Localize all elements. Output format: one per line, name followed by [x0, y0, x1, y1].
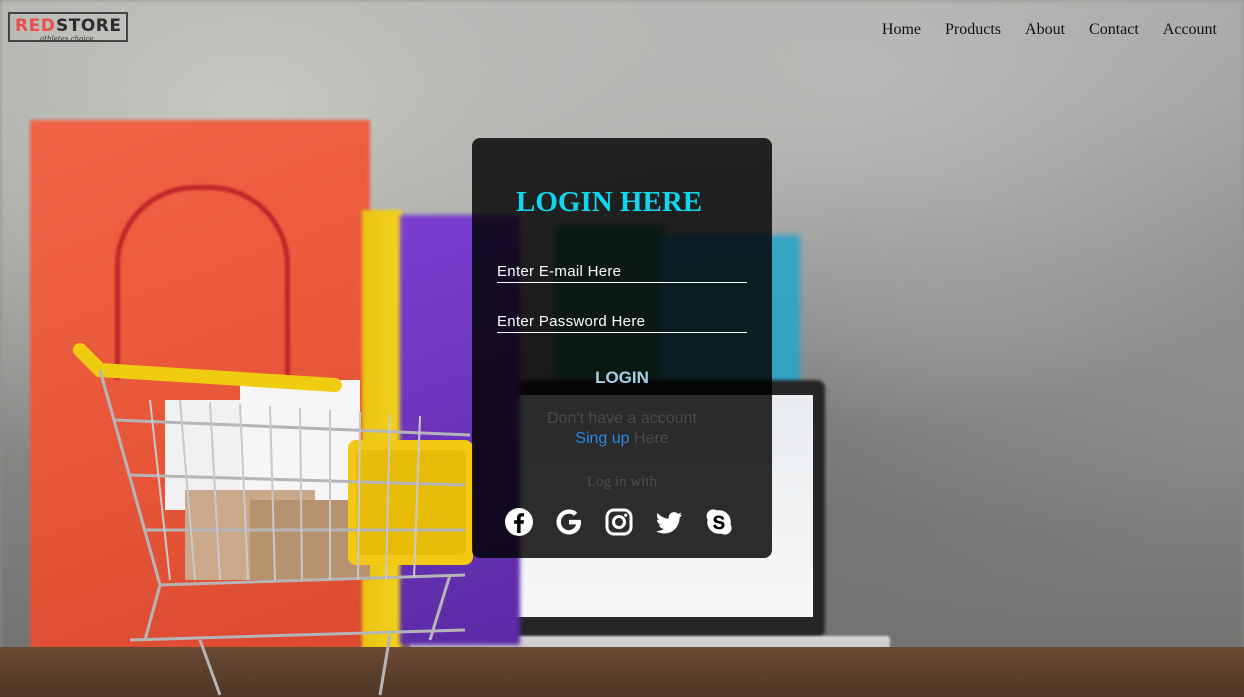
- shopping-cart-image: [73, 343, 473, 696]
- instagram-icon[interactable]: [604, 507, 634, 537]
- login-button[interactable]: LOGIN: [572, 365, 672, 391]
- login-with-label: Log in with: [587, 474, 657, 490]
- login-card: LOGIN HERE LOGIN Don't have a account Si…: [472, 138, 772, 558]
- logo-tagline: athletes choice: [40, 35, 94, 43]
- signup-line: Sing up Here: [472, 429, 772, 449]
- password-input[interactable]: [497, 310, 747, 333]
- signup-suffix: Here: [629, 430, 669, 447]
- brand-logo[interactable]: RED STORE athletes choice: [8, 12, 128, 43]
- nav-link-products[interactable]: Products: [945, 21, 1001, 39]
- nav-link-account[interactable]: Account: [1163, 21, 1217, 39]
- facebook-icon[interactable]: [504, 507, 534, 537]
- logo-text-red: RED: [15, 16, 56, 36]
- google-icon[interactable]: [554, 507, 584, 537]
- skype-icon[interactable]: [704, 507, 734, 537]
- social-login-row: [504, 507, 734, 537]
- top-navigation: Home Products About Contact Account: [858, 21, 1217, 39]
- nav-link-contact[interactable]: Contact: [1089, 21, 1139, 39]
- signup-link[interactable]: Sing up: [575, 430, 629, 447]
- email-input[interactable]: [497, 260, 747, 283]
- no-account-text: Don't have a account: [547, 410, 697, 427]
- signup-prompt: Don't have a account Sing up Here: [472, 409, 772, 449]
- login-title: LOGIN HERE: [516, 186, 703, 218]
- nav-link-about[interactable]: About: [1025, 21, 1065, 39]
- logo-text-dark: STORE: [56, 16, 122, 36]
- nav-link-home[interactable]: Home: [882, 21, 921, 39]
- twitter-icon[interactable]: [654, 507, 684, 537]
